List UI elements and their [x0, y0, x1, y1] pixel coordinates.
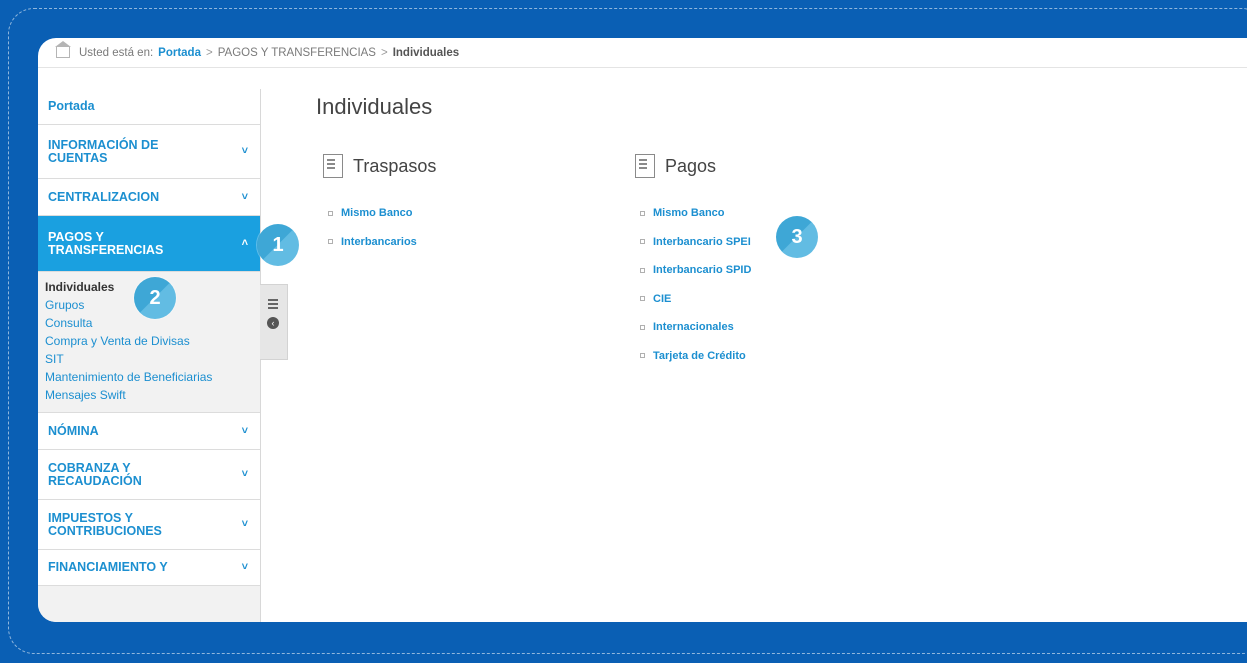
sidebar-item-nomina[interactable]: NÓMINA ˅: [38, 413, 260, 450]
chevron-down-icon: ˅: [241, 145, 248, 157]
chevron-down-icon: ˅: [241, 190, 248, 203]
sidebar-item-label: NÓMINA: [48, 423, 99, 438]
bullet-icon: [640, 210, 645, 216]
sidebar-item-pagos-y-transferencias[interactable]: PAGOS Y TRANSFERENCIAS ˄: [38, 216, 260, 272]
section-pagos-heading: Pagos: [635, 154, 716, 178]
section-title: Traspasos: [353, 155, 437, 176]
submenu-item-sit[interactable]: SIT: [45, 350, 260, 368]
hamburger-icon: [268, 299, 278, 311]
breadcrumb-current: Individuales: [392, 46, 460, 59]
breadcrumb-separator: >: [205, 46, 213, 59]
sidebar-item-label: Portada: [48, 99, 95, 113]
sidebar-nav: Portada INFORMACIÓN DE CUENTAS ˅ CENTRAL…: [38, 89, 261, 622]
chevron-down-icon: ˅: [241, 561, 248, 573]
breadcrumb-prefix: Usted está en:: [79, 46, 154, 59]
bullet-icon: [640, 324, 645, 330]
sidebar-collapse-handle[interactable]: ‹: [260, 284, 288, 360]
link-label: Mismo Banco: [653, 207, 725, 220]
breadcrumb-home-link[interactable]: Portada: [158, 47, 201, 59]
bullet-icon: [640, 296, 645, 302]
sidebar-item-cobranza[interactable]: COBRANZA Y RECAUDACIÓN ˅: [38, 450, 260, 500]
bullet-icon: [328, 239, 333, 245]
bullet-icon: [640, 353, 645, 359]
sidebar-item-label: INFORMACIÓN DE CUENTAS: [48, 137, 159, 165]
breadcrumb-section[interactable]: PAGOS Y TRANSFERENCIAS: [218, 47, 376, 59]
link-label: Interbancarios: [341, 235, 417, 248]
chevron-down-icon: ˅: [241, 518, 248, 530]
step-badge-2: 2: [134, 277, 176, 319]
link-label: CIE: [653, 292, 672, 305]
sidebar-item-informacion-de-cuentas[interactable]: INFORMACIÓN DE CUENTAS ˅: [38, 125, 260, 179]
link-pagos-tarjeta-credito[interactable]: Tarjeta de Crédito: [640, 342, 751, 371]
chevron-up-icon: ˄: [241, 237, 248, 249]
link-label: Mismo Banco: [341, 207, 413, 220]
step-badge-3: 3: [776, 216, 818, 258]
document-icon: [323, 154, 343, 178]
link-pagos-spid[interactable]: Interbancario SPID: [640, 256, 751, 285]
bullet-icon: [640, 239, 645, 245]
document-icon: [635, 154, 655, 178]
link-label: Internacionales: [653, 321, 734, 334]
submenu-item-mantenimiento-beneficiarias[interactable]: Mantenimiento de Beneficiarias: [45, 368, 260, 386]
traspasos-links: Mismo Banco Interbancarios: [328, 199, 417, 256]
collapse-arrow-icon: ‹: [267, 317, 279, 329]
breadcrumb-separator: >: [380, 46, 388, 59]
breadcrumb: Usted está en: Portada > PAGOS Y TRANSFE…: [38, 38, 1247, 68]
sidebar-item-label: CENTRALIZACION: [48, 189, 160, 204]
sidebar-item-label: IMPUESTOS Y CONTRIBUCIONES: [48, 510, 162, 538]
page-title: Individuales: [316, 94, 433, 119]
link-pagos-mismo-banco[interactable]: Mismo Banco: [640, 199, 751, 228]
step-badge-1: 1: [257, 224, 299, 266]
link-traspasos-interbancarios[interactable]: Interbancarios: [328, 228, 417, 257]
bullet-icon: [328, 210, 333, 216]
submenu-item-mensajes-swift[interactable]: Mensajes Swift: [45, 386, 260, 404]
sidebar-item-centralizacion[interactable]: CENTRALIZACION ˅: [38, 179, 260, 216]
sidebar-item-label: COBRANZA Y RECAUDACIÓN: [48, 460, 142, 488]
pagos-links: Mismo Banco Interbancario SPEI Interbanc…: [640, 199, 751, 370]
chevron-down-icon: ˅: [241, 468, 248, 480]
section-title: Pagos: [665, 155, 717, 176]
link-label: Tarjeta de Crédito: [653, 349, 746, 362]
home-icon[interactable]: [55, 41, 71, 58]
link-traspasos-mismo-banco[interactable]: Mismo Banco: [328, 199, 417, 228]
link-pagos-spei[interactable]: Interbancario SPEI: [640, 228, 751, 257]
sidebar-item-impuestos[interactable]: IMPUESTOS Y CONTRIBUCIONES ˅: [38, 500, 260, 550]
link-label: Interbancario SPID: [653, 264, 752, 277]
sidebar-item-portada[interactable]: Portada: [38, 89, 260, 125]
sidebar-item-financiamiento[interactable]: FINANCIAMIENTO Y ˅: [38, 550, 260, 586]
bullet-icon: [640, 267, 645, 273]
link-pagos-internacionales[interactable]: Internacionales: [640, 313, 751, 342]
link-pagos-cie[interactable]: CIE: [640, 285, 751, 314]
sidebar-item-label: PAGOS Y TRANSFERENCIAS: [48, 229, 164, 257]
link-label: Interbancario SPEI: [653, 235, 751, 248]
submenu-item-compra-venta-divisas[interactable]: Compra y Venta de Divisas: [45, 332, 260, 350]
sidebar-item-label: FINANCIAMIENTO Y: [48, 560, 168, 574]
chevron-down-icon: ˅: [241, 424, 248, 437]
section-traspasos-heading: Traspasos: [323, 154, 436, 178]
browser-panel: Usted está en: Portada > PAGOS Y TRANSFE…: [38, 38, 1247, 622]
